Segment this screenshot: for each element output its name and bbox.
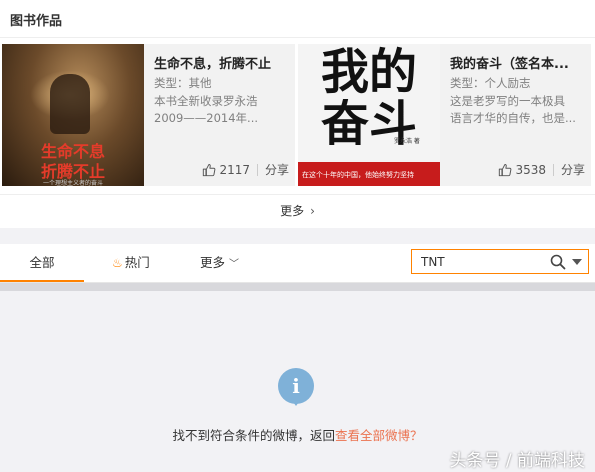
empty-message-text: 找不到符合条件的微博，返回 [172, 428, 335, 443]
more-label: 更多 [280, 204, 305, 218]
book-item[interactable]: 生命不息 折腾不止 一个理想主义者的奋斗 生命不息，折腾不止 类型：其他 本书全… [2, 44, 295, 186]
book-desc-line: 2009——2014年... [154, 111, 258, 125]
like-button[interactable]: 2117 [202, 163, 250, 177]
empty-message: 找不到符合条件的微博，返回查看全部微博？ [0, 425, 595, 444]
cover-band-text: 在这个十年的中国，他始终努力坚持 [302, 171, 414, 179]
divider [0, 194, 595, 195]
search-icon[interactable] [550, 254, 566, 270]
share-button[interactable]: 分享 [561, 161, 585, 178]
view-all-weibo-link[interactable]: 查看全部微博？ [335, 428, 423, 443]
book-title[interactable]: 我的奋斗（签名本... [450, 53, 569, 72]
tab-more[interactable]: 更多 ﹀ [200, 244, 239, 282]
dropdown-caret-icon[interactable] [572, 259, 582, 265]
book-description: 这是老罗写的一本极具 语言才华的自传，也是... [450, 93, 580, 127]
book-desc-line: 这是老罗写的一本极具 [450, 94, 565, 108]
like-button[interactable]: 3538 [498, 163, 546, 177]
fire-icon: ♨ [112, 256, 123, 270]
book-type: 类型：其他 [154, 76, 212, 90]
tab-hot-label: 热门 [124, 255, 150, 270]
book-desc-line: 本书全新收录罗永浩 [154, 94, 258, 108]
section-separator [0, 283, 595, 291]
tab-hot[interactable]: ♨ 热门 [112, 244, 150, 282]
like-count: 2117 [219, 162, 250, 177]
action-separator [256, 163, 258, 176]
book-type: 类型：个人励志 [450, 76, 531, 90]
book-cover[interactable]: 生命不息 折腾不止 一个理想主义者的奋斗 [2, 44, 144, 186]
section-title: 图书作品 [10, 14, 63, 29]
cover-title-line1: 我的 [320, 44, 417, 100]
cover-subtitle: 一个理想主义者的奋斗 [42, 180, 103, 186]
chevron-down-icon: ﹀ [229, 259, 240, 270]
thumbs-up-icon [203, 163, 216, 176]
action-separator [552, 163, 554, 176]
book-actions: 2117 分享 [202, 161, 289, 178]
thumbs-up-icon [499, 163, 512, 176]
cover-figure [50, 74, 90, 134]
divider [0, 37, 595, 38]
book-title[interactable]: 生命不息，折腾不止 [154, 53, 271, 72]
search-input[interactable] [412, 250, 551, 273]
book-actions: 3538 分享 [498, 161, 585, 178]
book-description: 本书全新收录罗永浩 2009——2014年... [154, 93, 284, 127]
info-icon-tail [291, 399, 301, 406]
chevron-right-icon: › [310, 204, 315, 218]
tab-all[interactable]: 全部 [0, 244, 84, 282]
book-desc-line: 语言才华的自传，也是... [450, 111, 576, 125]
book-item[interactable]: 我的 奋斗 罗永浩 著 在这个十年的中国，他始终努力坚持 我的奋斗（签名本...… [298, 44, 591, 186]
books-card: 图书作品 生命不息 折腾不止 一个理想主义者的奋斗 生命不息，折腾不止 类型：其… [0, 0, 595, 228]
like-count: 3538 [515, 162, 546, 177]
more-books-link[interactable]: 更多 › [0, 202, 595, 219]
watermark: 头条号 / 前端科技 [449, 451, 585, 471]
cover-author: 罗永浩 著 [394, 138, 420, 145]
share-button[interactable]: 分享 [265, 161, 289, 178]
empty-state: i 找不到符合条件的微博，返回查看全部微博？ [0, 291, 595, 472]
search-box [411, 249, 589, 274]
tab-more-label: 更多 [200, 255, 226, 270]
book-cover[interactable]: 我的 奋斗 罗永浩 著 在这个十年的中国，他始终努力坚持 [298, 44, 440, 186]
